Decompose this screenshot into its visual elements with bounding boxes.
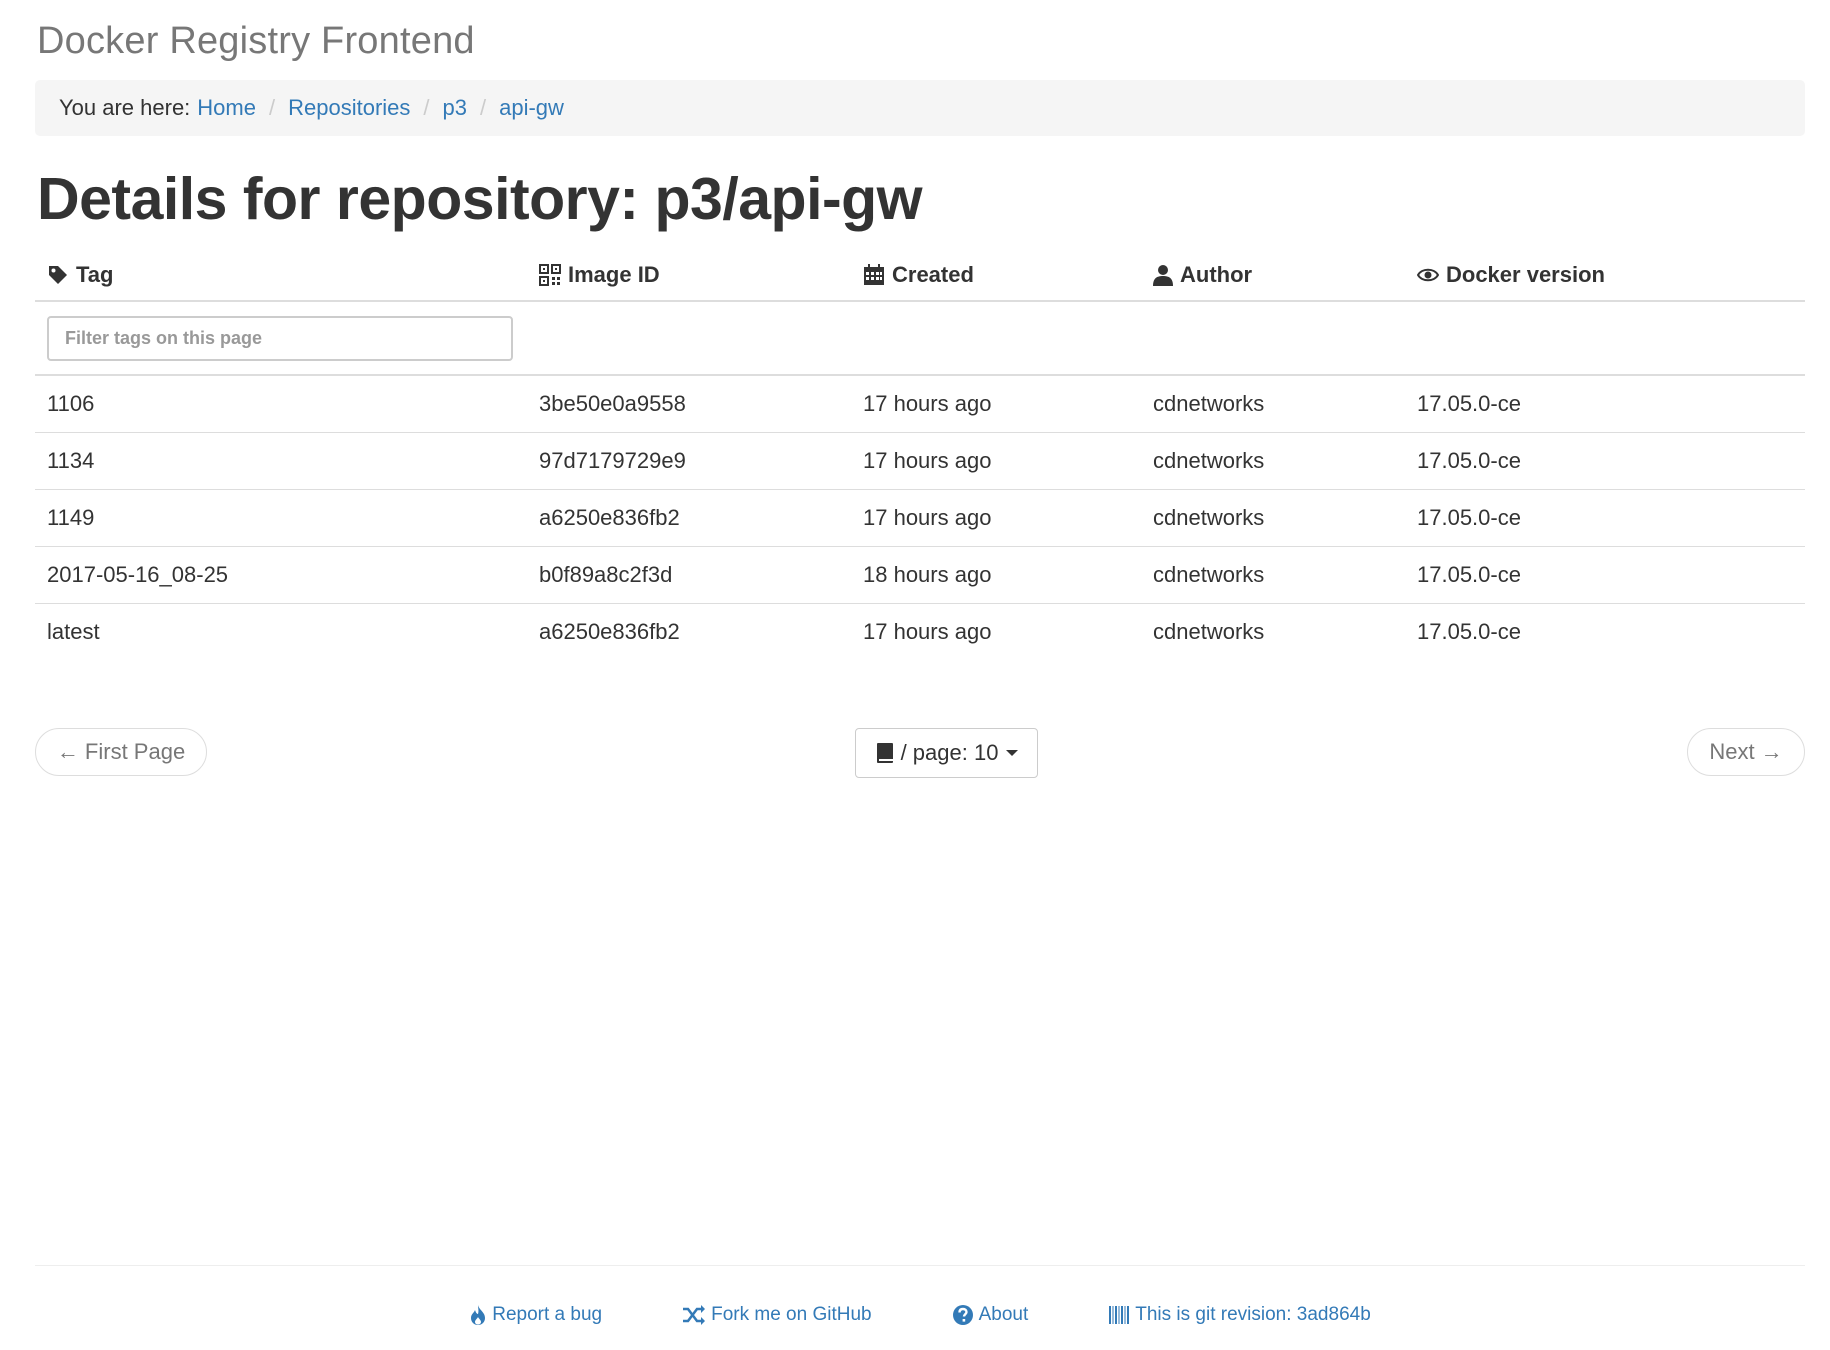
- author-cell: cdnetworks: [1153, 448, 1265, 473]
- tag-link[interactable]: 1149: [47, 490, 94, 546]
- per-page-label: / page: 10: [900, 740, 999, 765]
- image-id-cell: a6250e836fb2: [539, 505, 680, 530]
- created-cell: 17 hours ago: [863, 448, 992, 473]
- table-row: 1149 a6250e836fb2 17 hours ago cdnetwork…: [35, 490, 1805, 547]
- fire-icon: [471, 1305, 486, 1325]
- git-revision-link[interactable]: This is git revision: 3ad864b: [1108, 1304, 1371, 1326]
- table-row: 2017-05-16_08-25 b0f89a8c2f3d 18 hours a…: [35, 547, 1805, 604]
- column-header-author[interactable]: Author: [1153, 250, 1252, 300]
- image-id-cell: 97d7179729e9: [539, 448, 686, 473]
- table-row: 1134 97d7179729e9 17 hours ago cdnetwork…: [35, 433, 1805, 490]
- table-row: latest a6250e836fb2 17 hours ago cdnetwo…: [35, 604, 1805, 660]
- tag-link[interactable]: 1106: [47, 376, 94, 432]
- chevron-down-icon: [1006, 750, 1019, 756]
- column-header-created-label: Created: [892, 262, 974, 287]
- breadcrumb-separator: /: [480, 95, 487, 120]
- book-icon: [876, 743, 893, 763]
- image-id-cell: 3be50e0a9558: [539, 391, 686, 416]
- report-bug-link[interactable]: Report a bug: [469, 1304, 602, 1326]
- qrcode-icon: [539, 264, 561, 286]
- column-header-created[interactable]: Created: [863, 250, 974, 300]
- created-cell: 17 hours ago: [863, 505, 992, 530]
- tag-link[interactable]: 1134: [47, 433, 94, 489]
- tag-link[interactable]: 2017-05-16_08-25: [47, 547, 228, 603]
- image-id-cell: a6250e836fb2: [539, 619, 680, 644]
- eye-icon: [1417, 268, 1439, 282]
- page-title: Details for repository: p3/api-gw: [37, 166, 923, 232]
- breadcrumb-separator: /: [268, 95, 276, 120]
- per-page-dropdown[interactable]: / page: 10: [855, 728, 1038, 778]
- filter-row: [35, 302, 1805, 376]
- table-header-row: Tag Image ID Created Author Docker versi…: [35, 250, 1805, 302]
- author-cell: cdnetworks: [1153, 505, 1265, 530]
- column-header-docker-version-label: Docker version: [1446, 262, 1605, 287]
- tag-link[interactable]: latest: [47, 604, 100, 660]
- fork-github-label: Fork me on GitHub: [711, 1304, 872, 1325]
- created-cell: 17 hours ago: [863, 619, 992, 644]
- fork-github-link[interactable]: Fork me on GitHub: [682, 1304, 872, 1326]
- breadcrumb-namespace-link[interactable]: p3: [443, 95, 467, 121]
- docker-version-cell: 17.05.0-ce: [1417, 448, 1521, 473]
- breadcrumb-repository-link[interactable]: api-gw: [499, 95, 564, 121]
- app-title: Docker Registry Frontend: [37, 20, 475, 62]
- created-cell: 18 hours ago: [863, 562, 992, 587]
- column-header-image-id-label: Image ID: [568, 262, 660, 287]
- breadcrumb-home-link[interactable]: Home: [197, 95, 256, 121]
- tag-icon: [49, 266, 67, 284]
- question-circle-icon: [952, 1305, 973, 1325]
- image-id-cell: b0f89a8c2f3d: [539, 562, 673, 587]
- docker-version-cell: 17.05.0-ce: [1417, 505, 1521, 530]
- column-header-tag-label: Tag: [76, 262, 114, 287]
- footer-divider: [35, 1265, 1805, 1266]
- git-revision-label: This is git revision: 3ad864b: [1135, 1304, 1371, 1325]
- column-header-tag[interactable]: Tag: [47, 250, 113, 300]
- breadcrumb-repositories-link[interactable]: Repositories: [288, 95, 410, 121]
- author-cell: cdnetworks: [1153, 562, 1265, 587]
- created-cell: 17 hours ago: [863, 391, 992, 416]
- column-header-docker-version[interactable]: Docker version: [1417, 250, 1605, 300]
- report-bug-label: Report a bug: [492, 1304, 603, 1325]
- page: Docker Registry Frontend You are here: H…: [35, 0, 1805, 1350]
- first-page-button[interactable]: ← First Page: [35, 728, 207, 776]
- about-link[interactable]: About: [952, 1304, 1029, 1326]
- breadcrumb-separator: /: [423, 95, 430, 120]
- docker-version-cell: 17.05.0-ce: [1417, 619, 1521, 644]
- next-page-button[interactable]: Next →: [1687, 728, 1805, 776]
- shuffle-icon: [683, 1305, 706, 1325]
- author-cell: cdnetworks: [1153, 619, 1265, 644]
- breadcrumb-prefix: You are here:: [59, 95, 191, 120]
- calendar-icon: [864, 264, 884, 285]
- author-cell: cdnetworks: [1153, 391, 1265, 416]
- column-header-author-label: Author: [1180, 262, 1253, 287]
- about-label: About: [978, 1304, 1029, 1325]
- table-row: 1106 3be50e0a9558 17 hours ago cdnetwork…: [35, 376, 1805, 433]
- docker-version-cell: 17.05.0-ce: [1417, 562, 1521, 587]
- filter-tags-input[interactable]: [47, 316, 513, 361]
- column-header-image-id[interactable]: Image ID: [539, 250, 660, 300]
- barcode-icon: [1109, 1306, 1130, 1324]
- docker-version-cell: 17.05.0-ce: [1417, 391, 1521, 416]
- tags-table: Tag Image ID Created Author Docker versi…: [35, 250, 1805, 660]
- user-icon: [1153, 265, 1173, 286]
- footer: Report a bug Fork me on GitHub About Thi…: [35, 1295, 1805, 1335]
- breadcrumb: You are here: Home / Repositories / p3 /…: [35, 80, 1805, 136]
